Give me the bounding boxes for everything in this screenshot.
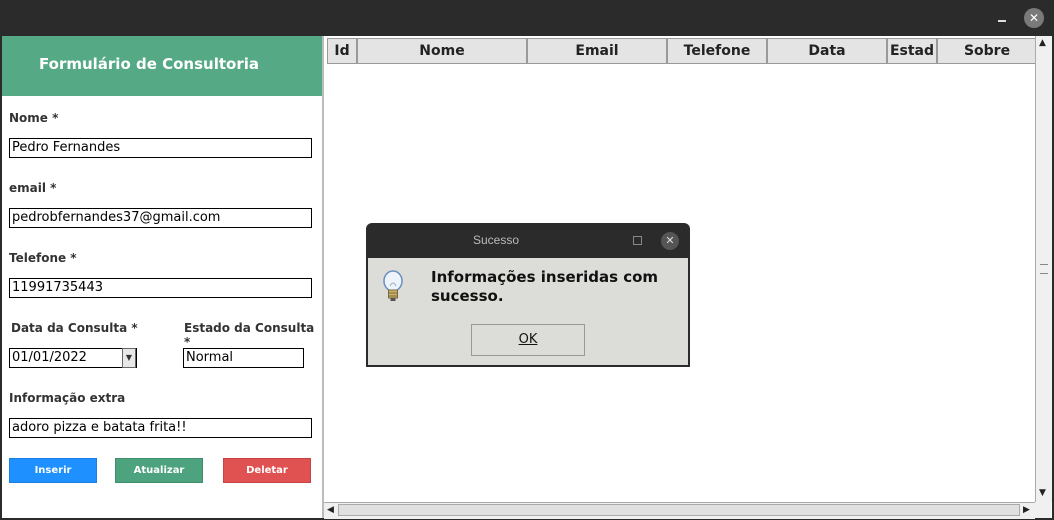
column-header-sobre[interactable]: Sobre [937,38,1037,64]
form-header: Formulário de Consultoria [2,36,322,96]
email-input[interactable]: pedrobfernandes37@gmail.com [9,208,312,228]
ok-button[interactable]: OK [471,324,585,356]
atualizar-button[interactable]: Atualizar [115,458,203,483]
column-header-telefone[interactable]: Telefone [667,38,767,64]
column-header-nome[interactable]: Nome [357,38,527,64]
estado-consulta-input[interactable]: Normal [183,348,304,368]
column-header-estado[interactable]: Estad [887,38,937,64]
lightbulb-icon [383,270,403,301]
minimize-icon[interactable] [992,8,1012,28]
inserir-button[interactable]: Inserir [9,458,97,483]
success-dialog: Sucesso ✕ Informações inseridas com suce… [366,223,690,367]
telefone-label: Telefone * [9,251,77,265]
scroll-corner [1035,502,1051,518]
dialog-body: Informações inseridas com sucesso. OK [368,258,688,365]
form-panel: Formulário de Consultoria Nome * Pedro F… [2,36,322,518]
form-title: Formulário de Consultoria [39,55,259,73]
column-header-id[interactable]: Id [327,38,357,64]
email-label: email * [9,181,57,195]
window-titlebar: ✕ [0,0,1054,36]
horizontal-scroll-thumb[interactable] [338,504,1020,516]
estado-consulta-label: Estado da Consulta * [184,321,315,349]
chevron-down-icon[interactable]: ▼ [122,348,136,368]
column-header-email[interactable]: Email [527,38,667,64]
dialog-close-icon[interactable]: ✕ [661,232,679,250]
ok-button-label: OK [518,332,538,347]
dialog-message: Informações inseridas com sucesso. [431,268,659,305]
data-consulta-input[interactable]: 01/01/2022 [9,348,137,368]
deletar-button[interactable]: Deletar [223,458,311,483]
dialog-title: Sucesso [472,233,520,247]
nome-input[interactable]: Pedro Fernandes [9,138,312,158]
dialog-titlebar: Sucesso ✕ [366,223,690,257]
scroll-left-icon[interactable]: ◀ [327,505,334,515]
column-header-data[interactable]: Data [767,38,887,64]
maximize-icon[interactable] [633,236,642,245]
vertical-scrollbar[interactable]: ▲ ▼ [1035,36,1052,502]
telefone-input[interactable]: 11991735443 [9,278,312,298]
info-extra-label: Informação extra [9,391,126,405]
scroll-right-icon[interactable]: ▶ [1023,505,1030,515]
info-extra-input[interactable]: adoro pizza e batata frita!! [9,418,312,438]
close-icon[interactable]: ✕ [1024,8,1044,28]
scroll-down-icon[interactable]: ▼ [1039,488,1046,498]
nome-label: Nome * [9,111,59,125]
scroll-up-icon[interactable]: ▲ [1039,38,1046,48]
horizontal-scrollbar[interactable]: ◀ ▶ [324,502,1035,519]
scroll-grip-icon[interactable] [1040,264,1048,274]
data-consulta-label: Data da Consulta * [11,321,138,335]
